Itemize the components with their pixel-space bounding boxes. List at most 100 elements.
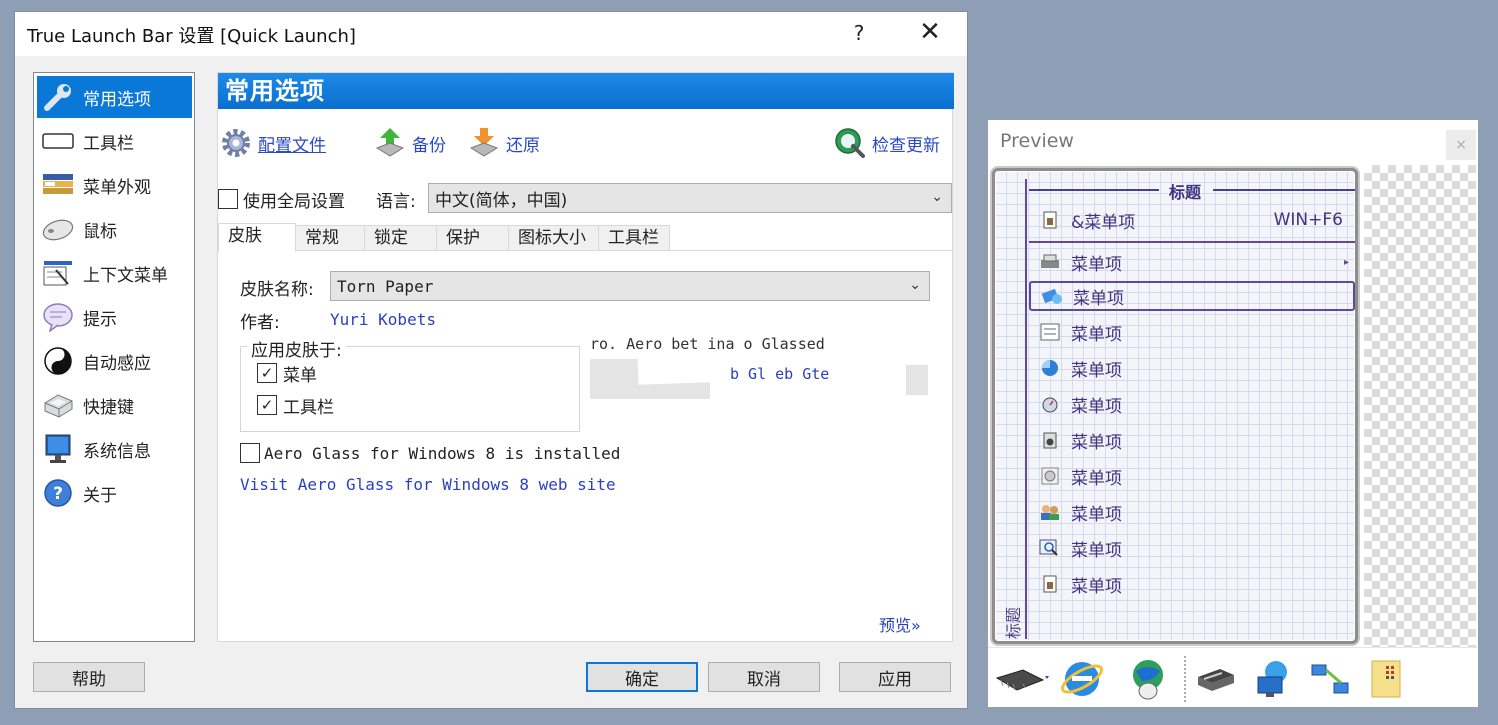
network-connections-icon[interactable]	[1306, 656, 1354, 702]
menu-item[interactable]: 菜单项	[1029, 389, 1355, 419]
dialog-titlebar: True Launch Bar 设置 [Quick Launch] ? ✕	[15, 12, 967, 56]
tab-general[interactable]: 常规	[295, 225, 365, 251]
apply-toolbar-checkbox[interactable]: ✓	[257, 395, 277, 415]
global-settings-checkbox[interactable]	[218, 189, 238, 209]
menu-item[interactable]: 菜单项	[1029, 317, 1355, 347]
chevron-down-icon: ⌄	[909, 277, 921, 293]
menu-item[interactable]: &菜单项 WIN+F6	[1029, 205, 1355, 235]
tab-protect[interactable]: 保护	[436, 225, 509, 251]
submenu-arrow-icon: ▸	[1343, 256, 1349, 268]
tab-skin[interactable]: 皮肤	[218, 223, 296, 252]
page-title: 常用选项	[218, 73, 954, 109]
keyboard-key-icon	[41, 390, 75, 420]
users-icon	[1037, 501, 1063, 523]
document-icon	[1037, 573, 1063, 595]
apply-toolbar-label: 工具栏	[283, 397, 334, 418]
language-select[interactable]: 中文(简体，中国) ⌄	[428, 183, 952, 213]
nav-item-toolbar[interactable]: 工具栏	[37, 120, 192, 162]
nav-item-label: 提示	[83, 309, 117, 330]
backup-link[interactable]: 备份	[372, 125, 446, 161]
config-file-label: 配置文件	[258, 135, 326, 156]
nav-item-label: 工具栏	[83, 133, 134, 154]
restore-link[interactable]: 还原	[466, 125, 540, 161]
menu-item-label: 菜单项	[1071, 504, 1122, 525]
nav-item-menu-appearance[interactable]: 菜单外观	[37, 164, 192, 206]
nav-item-about[interactable]: ? 关于	[37, 472, 192, 514]
tab-toolbar[interactable]: 工具栏	[598, 225, 670, 251]
globe-mouse-icon[interactable]	[1124, 656, 1172, 702]
menu-side-line	[1025, 179, 1027, 639]
nav-item-label: 菜单外观	[83, 177, 151, 198]
menu-item-selected[interactable]: 菜单项	[1029, 281, 1355, 311]
internet-explorer-icon[interactable]	[1058, 656, 1106, 702]
nav-item-system-info[interactable]: 系统信息	[37, 428, 192, 470]
action-toolbar: 配置文件 备份 还原 检查更新	[218, 125, 954, 165]
chevron-down-icon: ⌄	[931, 189, 943, 205]
network-globe-icon[interactable]	[1250, 656, 1298, 702]
restore-label: 还原	[506, 135, 540, 156]
preview-close-button[interactable]: ×	[1446, 130, 1476, 160]
nav-item-hotkeys[interactable]: 快捷键	[37, 384, 192, 426]
nav-item-mouse[interactable]: 鼠标	[37, 208, 192, 250]
speaker-icon	[1037, 429, 1063, 451]
menu-item[interactable]: 菜单项	[1029, 533, 1355, 563]
mouse-icon	[41, 214, 75, 244]
nav-item-auto-sense[interactable]: 自动感应	[37, 340, 192, 382]
nav-item-label: 上下文菜单	[83, 265, 168, 286]
menu-item[interactable]: 菜单项	[1029, 497, 1355, 527]
scanner-icon[interactable]	[1192, 656, 1240, 702]
dialog-title: True Launch Bar 设置 [Quick Launch]	[27, 26, 356, 47]
apply-menu-label: 菜单	[283, 365, 317, 386]
apply-menu-checkbox[interactable]: ✓	[257, 363, 277, 383]
nav-item-label: 快捷键	[83, 397, 134, 418]
settings-dialog: True Launch Bar 设置 [Quick Launch] ? ✕ 常用…	[14, 11, 968, 709]
document-icon	[1037, 209, 1063, 231]
nav-item-tooltips[interactable]: 提示	[37, 296, 192, 338]
nav-item-general[interactable]: 常用选项	[37, 76, 192, 118]
help-button[interactable]: 帮助	[33, 662, 145, 692]
menu-title-text: 标题	[1169, 183, 1202, 202]
close-button[interactable]: ✕	[915, 17, 945, 47]
aero-glass-row: Aero Glass for Windows 8 is installed	[240, 443, 620, 463]
check-update-link[interactable]: 检查更新	[832, 125, 940, 161]
menu-item[interactable]: 菜单项	[1029, 461, 1355, 491]
menu-item-label: 菜单项	[1071, 468, 1122, 489]
apply-toolbar-row: ✓ 工具栏	[257, 393, 334, 418]
skin-tab-panel: 皮肤名称: Torn Paper ⌄ 作者: Yuri Kobets 应用皮肤于…	[218, 250, 952, 641]
wrench-icon	[41, 82, 75, 112]
help-icon: ?	[41, 478, 75, 508]
menu-item-label: 菜单项	[1071, 540, 1122, 561]
cancel-button[interactable]: 取消	[708, 662, 820, 692]
menu-item-label: 菜单项	[1071, 324, 1122, 345]
preview-link[interactable]: 预览»	[879, 612, 921, 636]
menu-item-label: 菜单项	[1071, 396, 1122, 417]
apply-button[interactable]: 应用	[839, 662, 951, 692]
network-icon	[1039, 285, 1065, 307]
language-label: 语言:	[376, 192, 416, 212]
ok-button[interactable]: 确定	[586, 662, 698, 692]
tab-lock[interactable]: 锁定	[364, 225, 437, 251]
aero-glass-checkbox[interactable]	[240, 443, 260, 463]
menu-appearance-icon	[41, 170, 75, 200]
global-settings-row: 使用全局设置	[218, 184, 345, 214]
torn-strip-right	[906, 365, 928, 395]
aero-glass-link[interactable]: Visit Aero Glass for Windows 8 web site	[240, 475, 616, 494]
menu-item[interactable]: 菜单项	[1029, 425, 1355, 455]
menu-side-title: 标题	[1004, 606, 1023, 639]
menu-item[interactable]: 菜单项 ▸	[1029, 247, 1355, 277]
help-title-button[interactable]: ?	[847, 21, 871, 45]
config-file-link[interactable]: 配置文件	[218, 125, 326, 161]
backup-label: 备份	[412, 135, 446, 156]
nav-item-label: 鼠标	[83, 221, 117, 242]
grid-folder-icon[interactable]	[1362, 656, 1410, 702]
nav-item-context-menu[interactable]: 上下文菜单	[37, 252, 192, 294]
skin-select[interactable]: Torn Paper ⌄	[330, 271, 930, 301]
chip-menu-icon[interactable]	[992, 656, 1052, 702]
clock-icon	[1037, 357, 1063, 379]
yin-yang-icon	[41, 346, 75, 376]
tab-icon-size[interactable]: 图标大小	[508, 225, 599, 251]
menu-item-label: 菜单项	[1071, 254, 1122, 275]
torn-paper-menu: 标题 标题 &菜单项 WIN+F6 菜单项 ▸ 菜单项 菜单项 菜单项 菜单项 …	[992, 168, 1358, 644]
menu-item[interactable]: 菜单项	[1029, 353, 1355, 383]
menu-item[interactable]: 菜单项	[1029, 569, 1355, 599]
